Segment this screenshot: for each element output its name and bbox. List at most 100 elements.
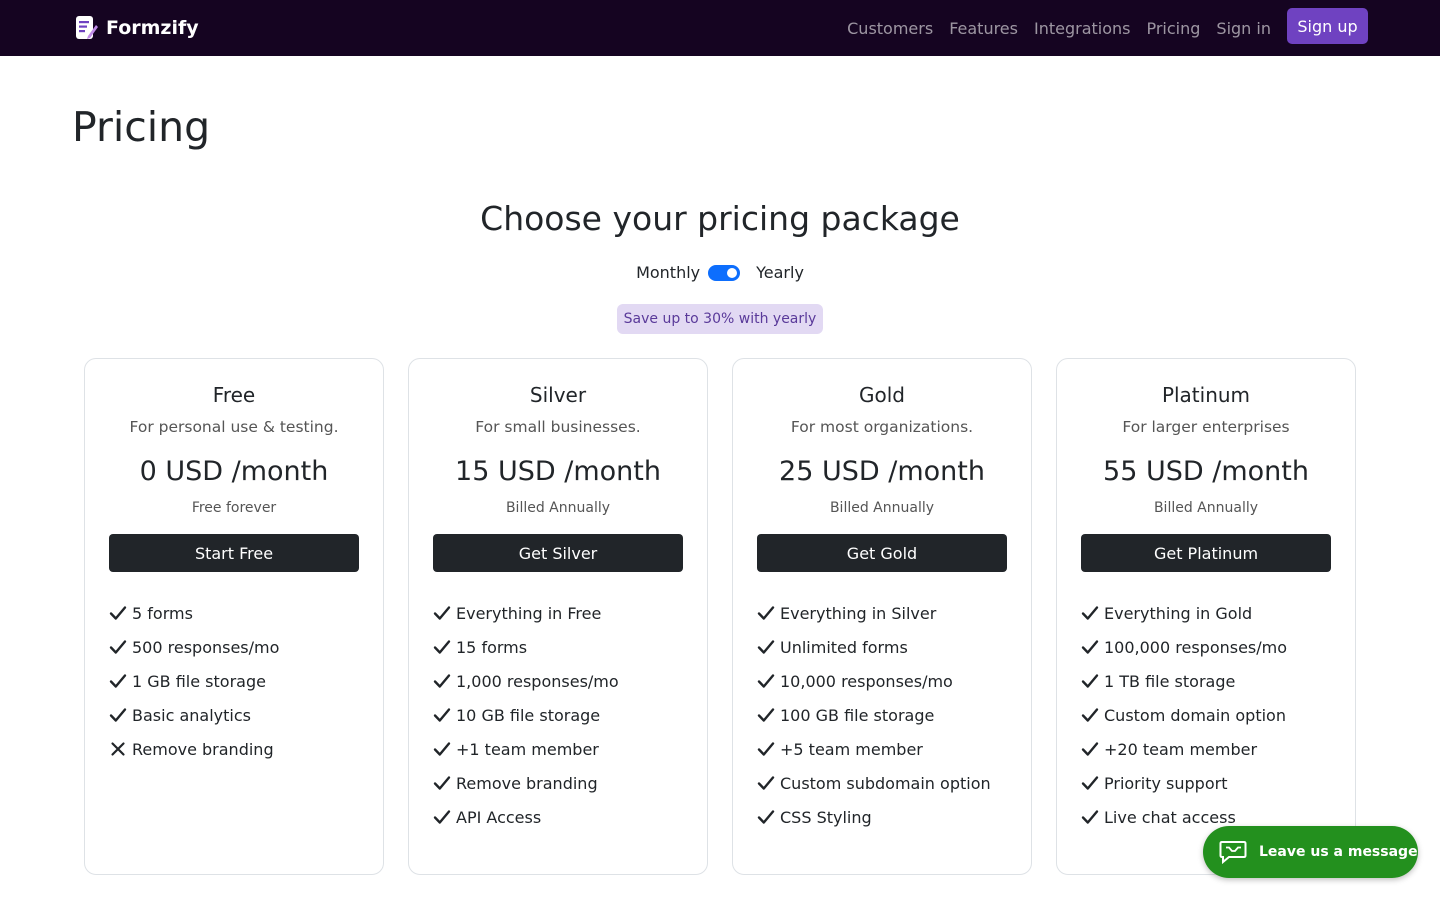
billing-period-switch[interactable] bbox=[708, 264, 741, 281]
feature-item: 1,000 responses/mo bbox=[433, 664, 619, 698]
plan-name: Free bbox=[212, 383, 256, 407]
feature-item: Everything in Free bbox=[433, 596, 619, 630]
yearly-label[interactable]: Yearly bbox=[756, 263, 804, 282]
feature-list: Everything in Gold 100,000 responses/mo 1 … bbox=[1081, 596, 1287, 834]
plan-name: Platinum bbox=[1161, 383, 1251, 407]
feature-item: 5 forms bbox=[109, 596, 279, 630]
brand-logo-link[interactable]: Formzify bbox=[75, 14, 199, 42]
monthly-label[interactable]: Monthly bbox=[636, 263, 700, 282]
plan-description: For small businesses. bbox=[475, 418, 641, 436]
feature-item: 1 TB file storage bbox=[1081, 664, 1287, 698]
nav-link-sign-in[interactable]: Sign in bbox=[1216, 19, 1271, 38]
check-icon bbox=[757, 706, 775, 724]
chat-label: Leave us a message bbox=[1259, 844, 1418, 860]
feature-text: CSS Styling bbox=[780, 807, 872, 827]
feature-text: 1,000 responses/mo bbox=[456, 671, 619, 691]
nav-link-integrations[interactable]: Integrations bbox=[1034, 19, 1131, 38]
feature-item: +20 team member bbox=[1081, 732, 1287, 766]
feature-text: Everything in Gold bbox=[1104, 603, 1253, 623]
feature-text: Basic analytics bbox=[132, 705, 251, 725]
plan-description: For personal use & testing. bbox=[129, 418, 339, 436]
check-icon bbox=[433, 740, 451, 758]
feature-text: Priority support bbox=[1104, 773, 1228, 793]
check-icon bbox=[1081, 740, 1099, 758]
feature-list: 5 forms 500 responses/mo 1 GB file storage… bbox=[109, 596, 279, 766]
get-platinum-button[interactable]: Get Platinum bbox=[1081, 534, 1331, 572]
check-icon bbox=[757, 604, 775, 622]
check-icon bbox=[433, 638, 451, 656]
plan-card-platinum: Platinum For larger enterprises 55 USD /… bbox=[1056, 358, 1356, 875]
check-icon bbox=[757, 808, 775, 826]
feature-item: +5 team member bbox=[757, 732, 991, 766]
feature-text: 15 forms bbox=[456, 637, 528, 657]
feature-item: 10,000 responses/mo bbox=[757, 664, 991, 698]
get-silver-button[interactable]: Get Silver bbox=[433, 534, 683, 572]
feature-item: 1 GB file storage bbox=[109, 664, 279, 698]
get-gold-button[interactable]: Get Gold bbox=[757, 534, 1007, 572]
check-icon bbox=[1081, 672, 1099, 690]
feature-text: Custom subdomain option bbox=[780, 773, 991, 793]
feature-list: Everything in Silver Unlimited forms 10,00… bbox=[757, 596, 991, 834]
check-icon bbox=[109, 706, 127, 724]
plan-price: 55 USD /month bbox=[1103, 456, 1309, 487]
feature-text: +20 team member bbox=[1104, 739, 1258, 759]
feature-item: Everything in Silver bbox=[757, 596, 991, 630]
leave-message-button[interactable]: Leave us a message bbox=[1203, 826, 1418, 878]
switch-knob bbox=[727, 267, 738, 278]
plan-price: 15 USD /month bbox=[455, 456, 661, 487]
section-title: Choose your pricing package bbox=[480, 199, 960, 238]
nav-links: Customers Features Integrations Pricing … bbox=[847, 0, 1271, 56]
check-icon bbox=[1081, 808, 1099, 826]
feature-item: +1 team member bbox=[433, 732, 619, 766]
feature-text: Remove branding bbox=[132, 739, 274, 759]
feature-item: Custom subdomain option bbox=[757, 766, 991, 800]
feature-text: 1 TB file storage bbox=[1104, 671, 1236, 691]
feature-item: Priority support bbox=[1081, 766, 1287, 800]
feature-text: 10 GB file storage bbox=[456, 705, 601, 725]
nav-link-pricing[interactable]: Pricing bbox=[1146, 19, 1200, 38]
feature-text: 500 responses/mo bbox=[132, 637, 280, 657]
feature-item: 100 GB file storage bbox=[757, 698, 991, 732]
plan-description: For most organizations. bbox=[790, 418, 974, 436]
feature-text: 100 GB file storage bbox=[780, 705, 935, 725]
feature-text: +5 team member bbox=[780, 739, 923, 759]
plan-name: Silver bbox=[529, 383, 587, 407]
feature-item: Custom domain option bbox=[1081, 698, 1287, 732]
brand-name: Formzify bbox=[106, 17, 199, 39]
feature-item: Unlimited forms bbox=[757, 630, 991, 664]
plan-billing-note: Billed Annually bbox=[1153, 500, 1259, 516]
plan-billing-note: Free forever bbox=[191, 500, 277, 516]
feature-text: Unlimited forms bbox=[780, 637, 908, 657]
feature-item: Remove branding bbox=[109, 732, 279, 766]
sign-up-button[interactable]: Sign up bbox=[1287, 8, 1368, 44]
check-icon bbox=[1081, 706, 1099, 724]
feature-text: 5 forms bbox=[132, 603, 193, 623]
plan-card-free: Free For personal use & testing. 0 USD /… bbox=[84, 358, 384, 875]
start-free-button[interactable]: Start Free bbox=[109, 534, 359, 572]
feature-item: 15 forms bbox=[433, 630, 619, 664]
check-icon bbox=[757, 740, 775, 758]
feature-text: Remove branding bbox=[456, 773, 598, 793]
nav-link-customers[interactable]: Customers bbox=[847, 19, 933, 38]
feature-list: Everything in Free 15 forms 1,000 response… bbox=[433, 596, 619, 834]
chat-bubble-icon bbox=[1219, 840, 1247, 865]
feature-text: Everything in Silver bbox=[780, 603, 937, 623]
check-icon bbox=[757, 638, 775, 656]
feature-text: 1 GB file storage bbox=[132, 671, 266, 691]
check-icon bbox=[109, 604, 127, 622]
x-icon bbox=[109, 740, 127, 758]
check-icon bbox=[1081, 604, 1099, 622]
feature-text: Everything in Free bbox=[456, 603, 602, 623]
check-icon bbox=[757, 672, 775, 690]
check-icon bbox=[433, 808, 451, 826]
feature-item: 100,000 responses/mo bbox=[1081, 630, 1287, 664]
plan-billing-note: Billed Annually bbox=[829, 500, 935, 516]
navbar: Formzify Customers Features Integrations… bbox=[0, 0, 1440, 56]
check-icon bbox=[757, 774, 775, 792]
feature-text: Live chat access bbox=[1104, 807, 1236, 827]
feature-text: 100,000 responses/mo bbox=[1104, 637, 1288, 657]
feature-text: API Access bbox=[456, 807, 542, 827]
plan-name: Gold bbox=[859, 383, 905, 407]
plan-description: For larger enterprises bbox=[1122, 418, 1290, 436]
nav-link-features[interactable]: Features bbox=[949, 19, 1018, 38]
